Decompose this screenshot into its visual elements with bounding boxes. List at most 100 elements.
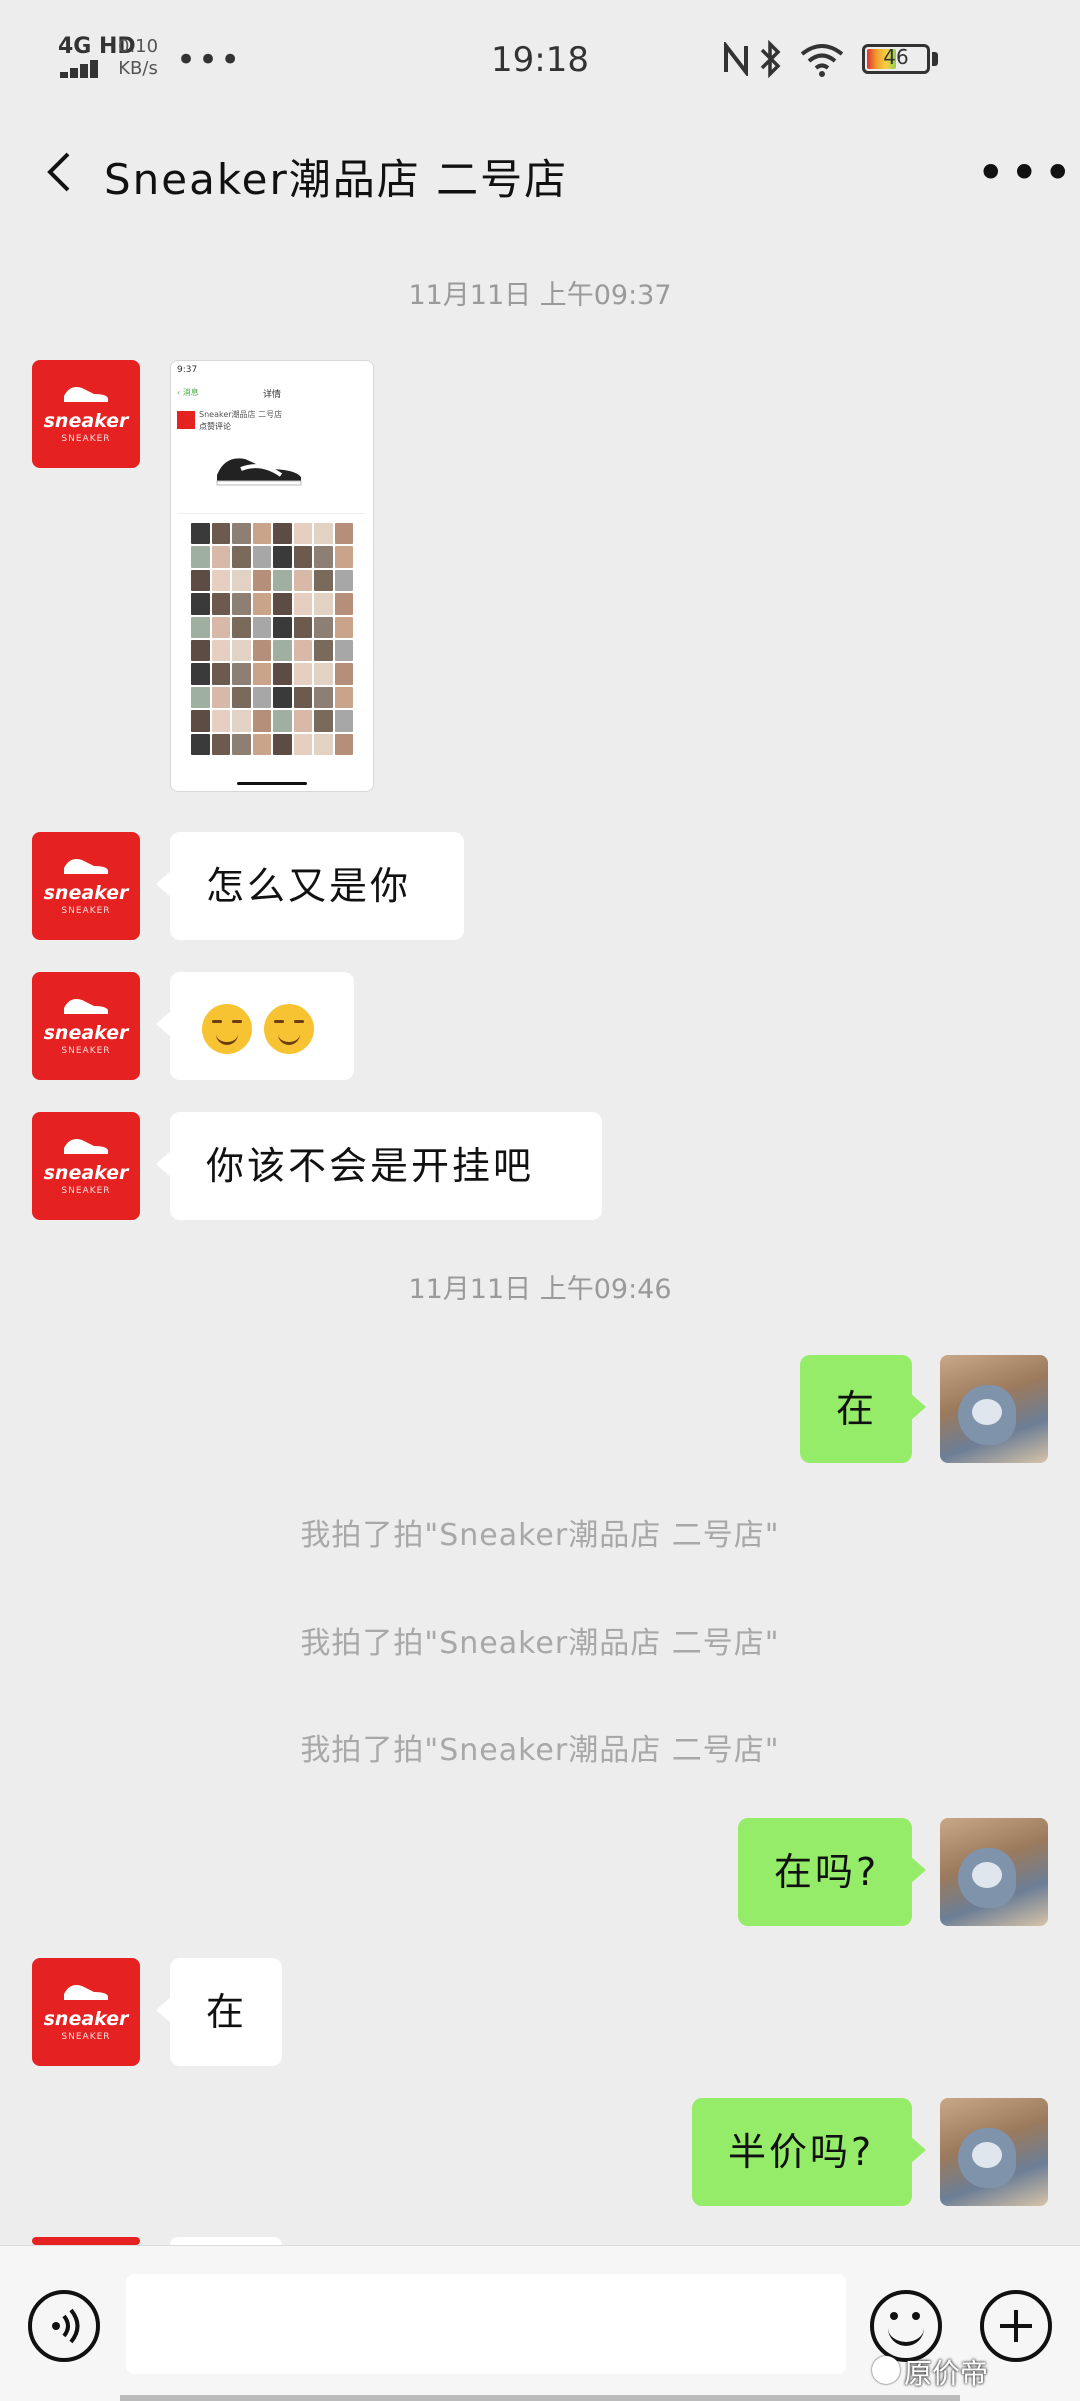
smirk-emoji-icon [264,1003,314,1054]
voice-input-icon[interactable] [28,2290,100,2362]
grid-thumbnail [232,710,251,732]
chat-header: Sneaker潮品店 二号店 ••• [0,120,1080,225]
image-message[interactable]: 9:37 ‹ 消息 详情 Sneaker潮品店 二号店 点赞评论 [170,360,374,792]
my-avatar[interactable] [940,2098,1048,2206]
grid-thumbnail [334,663,353,685]
grid-thumbnail [273,710,292,732]
grid-thumbnail [334,616,353,638]
grid-thumbnail [314,593,333,615]
grid-thumbnail [273,546,292,568]
emoji-message-bubble[interactable] [156,972,354,1080]
grid-thumbnail [334,593,353,615]
grid-thumbnail [293,546,312,568]
nav-handle [120,2395,960,2401]
grid-thumbnail [211,523,230,545]
back-arrow-icon[interactable] [32,142,92,202]
my-message-bubble[interactable]: 半价吗? [692,2098,926,2206]
grid-thumbnail [252,733,271,755]
grid-thumbnail [191,710,210,732]
grid-thumbnail [191,546,210,568]
grid-thumbnail [273,569,292,592]
grid-thumbnail [334,686,353,709]
message-bubble[interactable]: 你该不会是开挂吧 [156,1112,602,1220]
watermark-icon [872,2356,900,2384]
grid-thumbnail [273,593,292,615]
grid-thumbnail [252,686,271,709]
grid-thumbnail [191,639,210,662]
my-avatar[interactable] [940,1818,1048,1926]
grid-thumbnail [191,616,210,638]
grid-thumbnail [191,593,210,615]
my-avatar[interactable] [940,1355,1048,1463]
message-bubble[interactable]: 在 [156,1958,282,2066]
battery-level: 46 [883,45,909,69]
grid-thumbnail [211,663,230,685]
grid-thumbnail [334,569,353,592]
message-input[interactable] [126,2274,846,2374]
grid-thumbnail [191,686,210,709]
grid-thumbnail [334,710,353,732]
grid-thumbnail [293,686,312,709]
grid-thumbnail [211,546,230,568]
my-message-bubble[interactable]: 在 [800,1355,926,1463]
message-list[interactable]: 11月11日 上午09:37 sneaker SNEAKER 9:37 ‹ 消息… [0,225,1080,2245]
grid-thumbnail [293,733,312,755]
timestamp: 11月11日 上午09:37 [408,280,672,311]
grid-thumbnail [273,733,292,755]
grid-thumbnail [293,639,312,662]
grid-thumbnail [211,639,230,662]
more-options-icon[interactable]: ••• [976,148,1076,198]
shop-avatar[interactable]: sneaker SNEAKER [32,1112,140,1220]
grid-thumbnail [232,593,251,615]
grid-thumbnail [191,569,210,592]
wifi-icon [800,44,844,77]
grid-thumbnail [314,663,333,685]
grid-thumbnail [293,593,312,615]
grid-thumbnail [252,546,271,568]
grid-thumbnail [334,733,353,755]
pat-notice: 我拍了拍"Sneaker潮品店 二号店" [300,1733,780,1768]
timestamp: 11月11日 上午09:46 [408,1274,672,1305]
battery-icon: 46 [862,44,930,74]
grid-thumbnail [314,616,333,638]
bluetooth-icon [760,40,781,78]
grid-thumbnail [314,523,333,545]
grid-thumbnail [252,569,271,592]
grid-thumbnail [232,733,251,755]
my-message-bubble[interactable]: 在吗? [738,1818,926,1926]
grid-thumbnail [232,523,251,545]
input-bar: 原价帝 [0,2245,1080,2401]
grid-thumbnail [314,546,333,568]
grid-thumbnail [252,663,271,685]
message-bubble[interactable]: 怎么又是你 [156,832,464,940]
grid-thumbnail [314,569,333,592]
grid-thumbnail [293,710,312,732]
shop-avatar[interactable]: sneaker SNEAKER [32,360,140,468]
grid-thumbnail [211,686,230,709]
grid-thumbnail [232,616,251,638]
grid-thumbnail [252,593,271,615]
shop-avatar[interactable]: sneaker SNEAKER [32,972,140,1080]
shop-avatar[interactable]: sneaker SNEAKER [32,1958,140,2066]
grid-thumbnail [273,616,292,638]
grid-thumbnail [232,639,251,662]
grid-thumbnail [314,733,333,755]
shop-avatar [32,2237,140,2245]
grid-thumbnail [293,663,312,685]
plus-icon[interactable] [980,2290,1052,2362]
likes-grid [191,523,353,755]
grid-thumbnail [191,663,210,685]
status-bar: 4G HD 0.10 KB/s ••• 19:18 46 [0,0,1080,120]
grid-thumbnail [314,686,333,709]
shop-avatar[interactable]: sneaker SNEAKER [32,832,140,940]
pat-notice: 我拍了拍"Sneaker潮品店 二号店" [300,1626,780,1661]
smirk-emoji-icon [202,1003,252,1054]
grid-thumbnail [252,710,271,732]
grid-thumbnail [232,686,251,709]
grid-thumbnail [211,569,230,592]
grid-thumbnail [211,733,230,755]
message-bubble-partial [170,2237,282,2245]
grid-thumbnail [252,616,271,638]
grid-thumbnail [211,710,230,732]
watermark: 原价帝 [904,2357,989,2390]
